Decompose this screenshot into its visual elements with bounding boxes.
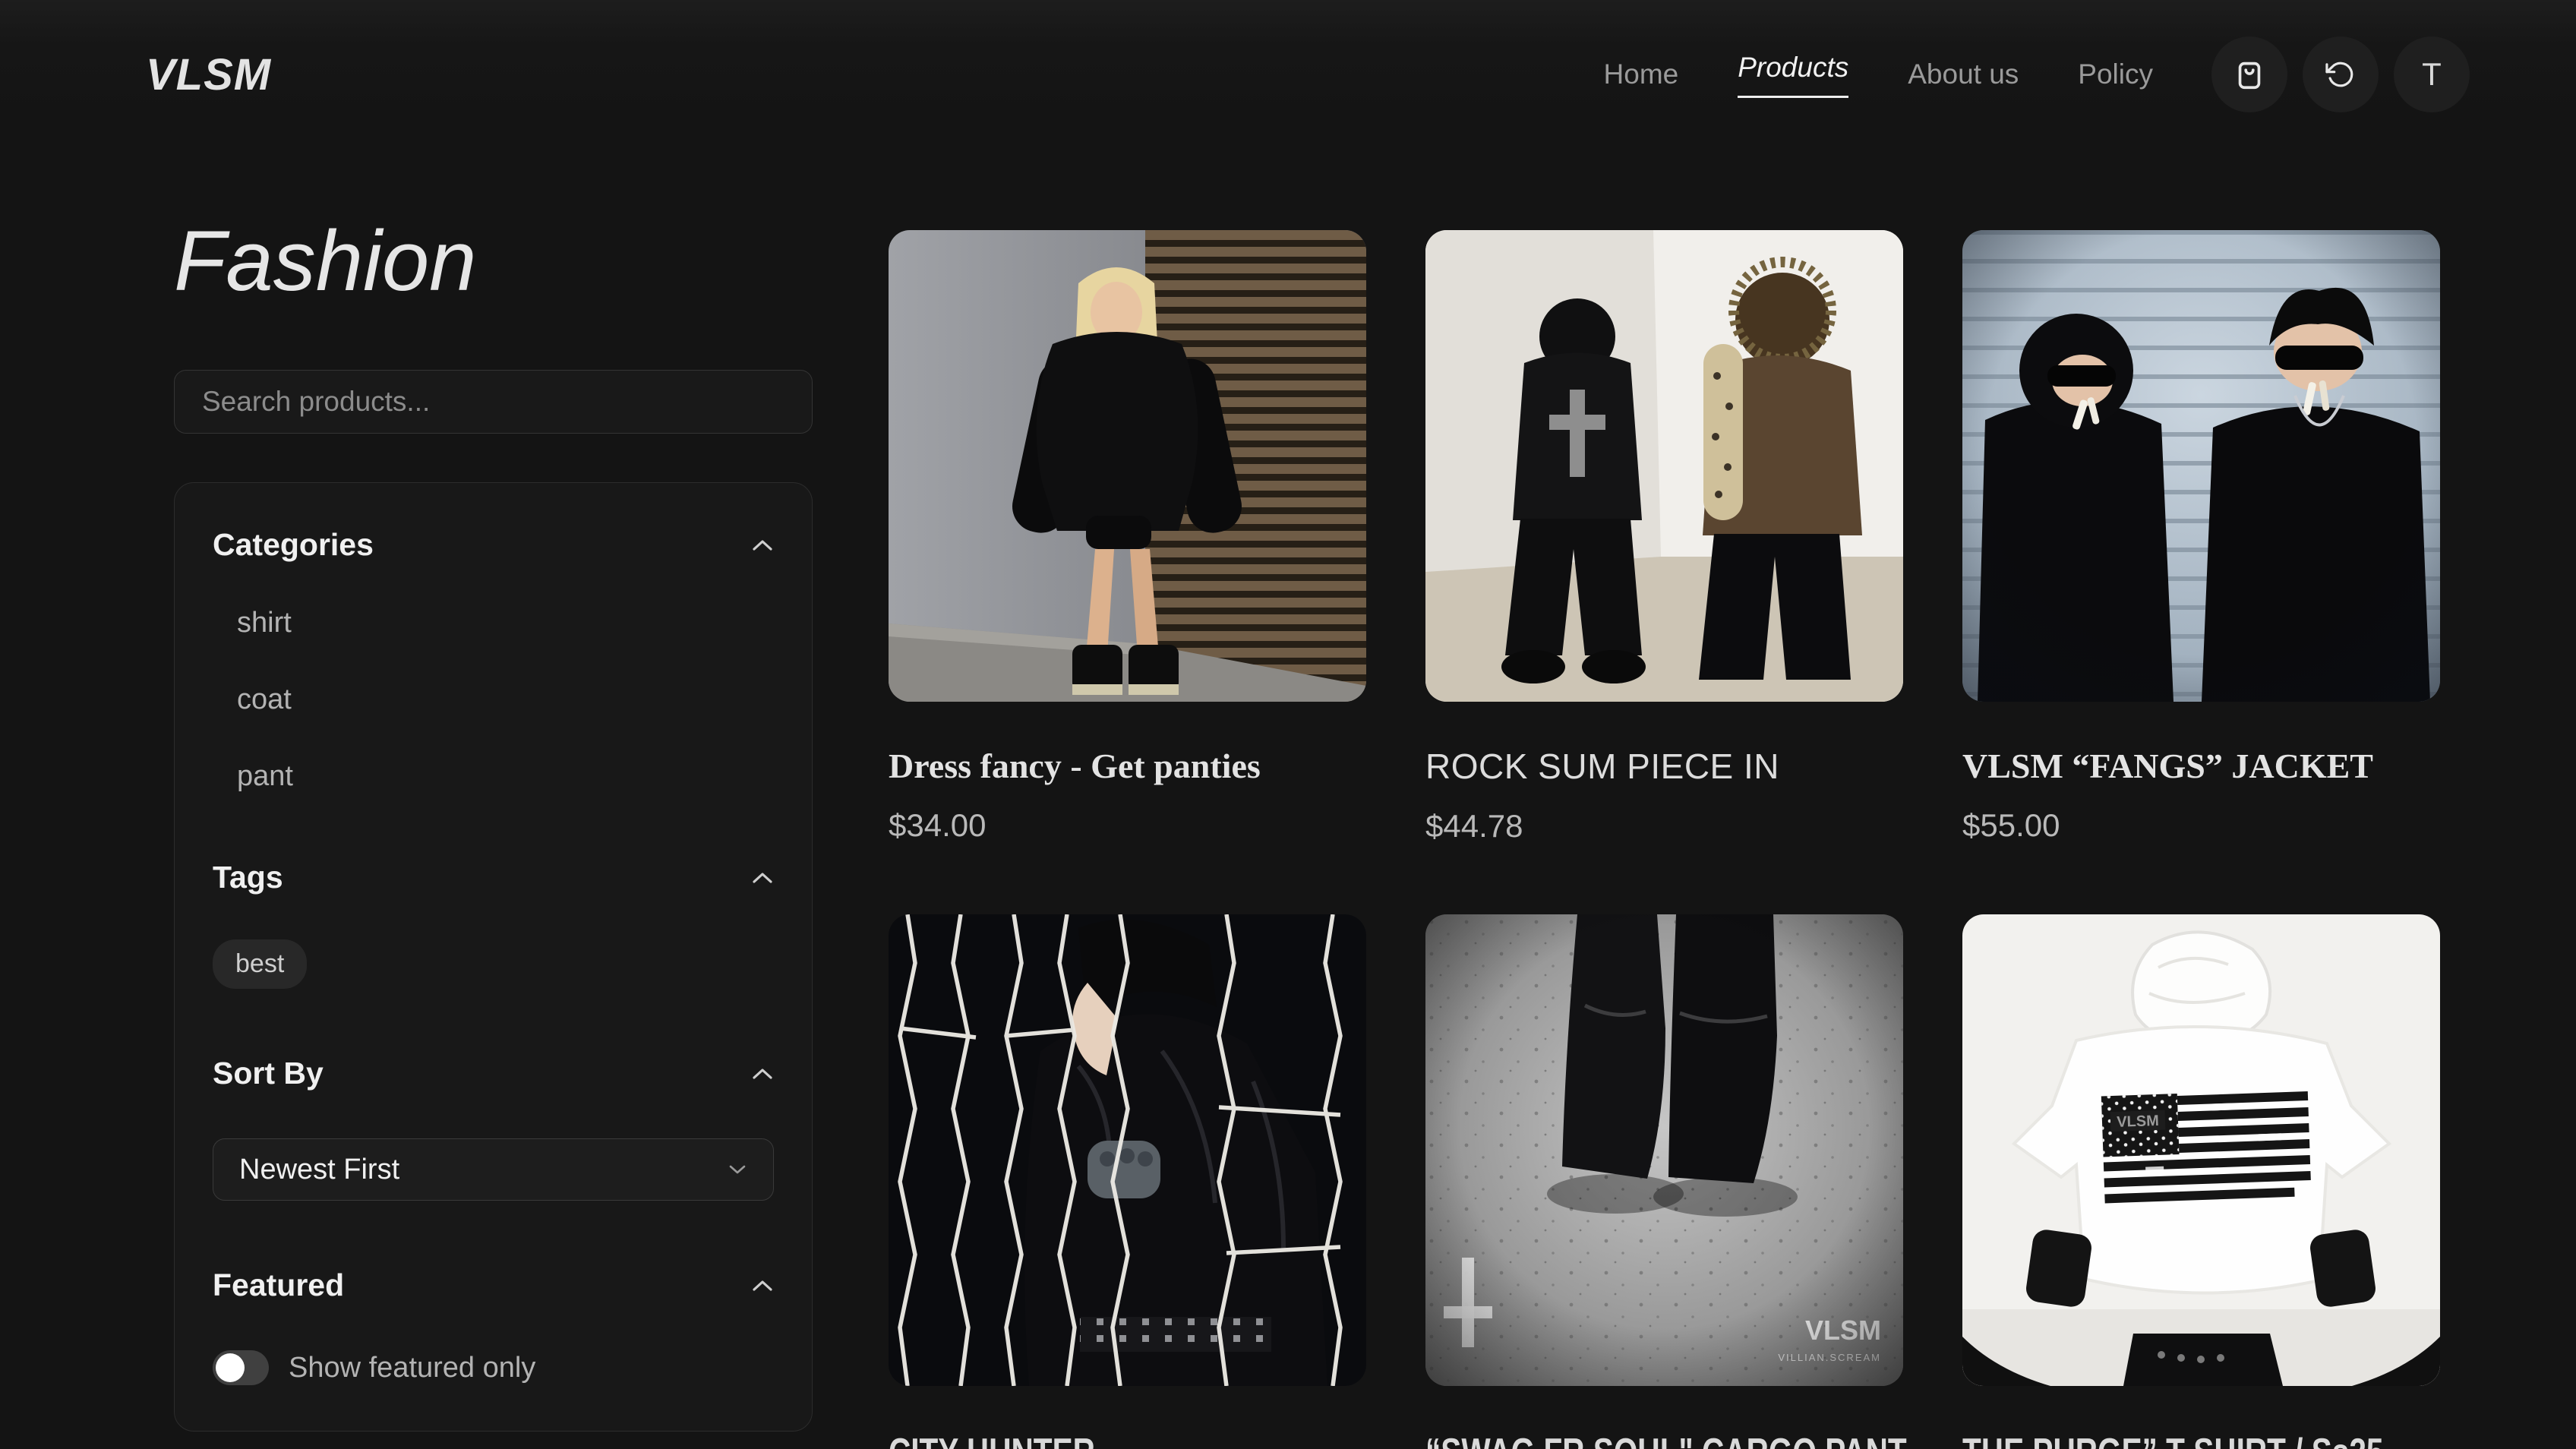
- tags-title: Tags: [213, 860, 283, 895]
- product-card[interactable]: CITY HUNTER: [889, 914, 1366, 1449]
- product-photo-cargo-pants: VLSM VILLIAN.SCREAM: [1425, 914, 1903, 1386]
- categories-title: Categories: [213, 527, 374, 563]
- featured-toggle-label: Show featured only: [289, 1352, 535, 1384]
- product-photo-fence-figure: [889, 914, 1366, 1386]
- tee-print-text: VLSM: [2117, 1113, 2159, 1131]
- nav-actions: T: [2211, 36, 2470, 112]
- top-nav: VLSM Home Products About us Policy T: [0, 0, 2576, 149]
- category-item-coat[interactable]: coat: [213, 683, 774, 716]
- product-image[interactable]: [889, 914, 1366, 1386]
- nav-about-us[interactable]: About us: [1908, 58, 2019, 90]
- product-image[interactable]: [1962, 230, 2440, 702]
- filter-panel: Categories shirt coat pant Tags best: [174, 482, 813, 1432]
- product-photo-hooded-figures: [1425, 230, 1903, 702]
- featured-title: Featured: [213, 1267, 344, 1303]
- page-title: Fashion: [174, 214, 813, 308]
- sort-title: Sort By: [213, 1056, 324, 1091]
- cart-button[interactable]: [2211, 36, 2287, 112]
- toggle-knob: [216, 1353, 245, 1382]
- product-card[interactable]: VLSM VILLIAN.SCREAM “SWAG FR SOUL" CARGO…: [1425, 914, 1903, 1449]
- sort-section-header[interactable]: Sort By: [213, 1056, 774, 1091]
- tag-best[interactable]: best: [213, 939, 307, 989]
- product-image[interactable]: VLSM VILLIAN.SCREAM: [1425, 914, 1903, 1386]
- product-card[interactable]: ROCK SUM PIECE IN $44.78: [1425, 230, 1903, 844]
- product-price: $44.78: [1425, 808, 1903, 844]
- nav-home[interactable]: Home: [1604, 58, 1679, 90]
- brand-logo[interactable]: VLSM: [146, 49, 271, 100]
- product-title[interactable]: Dress fancy - Get panties: [889, 746, 1366, 786]
- chevron-up-icon: [751, 1279, 774, 1293]
- tags-section-header[interactable]: Tags: [213, 860, 774, 895]
- featured-section-header[interactable]: Featured: [213, 1267, 774, 1303]
- categories-section-header[interactable]: Categories: [213, 527, 774, 563]
- category-list: shirt coat pant: [213, 607, 774, 793]
- product-card[interactable]: Dress fancy - Get panties $34.00: [889, 230, 1366, 844]
- category-item-shirt[interactable]: shirt: [213, 607, 774, 639]
- product-title[interactable]: VLSM “FANGS” JACKET: [1962, 746, 2440, 786]
- nav-policy[interactable]: Policy: [2078, 58, 2153, 90]
- sort-selected-value: Newest First: [239, 1154, 399, 1186]
- main-nav: Home Products About us Policy: [1604, 52, 2153, 98]
- product-title[interactable]: “SWAG FR SOUL" CARGO PANT: [1425, 1430, 1798, 1449]
- avatar: T: [2422, 56, 2442, 93]
- chevron-up-icon: [751, 871, 774, 885]
- product-image[interactable]: [889, 230, 1366, 702]
- product-photo-blonde-model: [889, 230, 1366, 702]
- product-title[interactable]: THE PURGE” T-SHIRT / Ss25: [1962, 1430, 2335, 1449]
- product-grid: Dress fancy - Get panties $34.00: [889, 149, 2440, 1449]
- product-photo-leather-duo: [1962, 230, 2440, 702]
- account-button[interactable]: T: [2394, 36, 2470, 112]
- product-title[interactable]: CITY HUNTER: [889, 1430, 1261, 1449]
- featured-toggle-row: Show featured only: [213, 1350, 774, 1385]
- nav-products[interactable]: Products: [1738, 52, 1848, 98]
- product-card[interactable]: VLSM “FANGS” JACKET $55.00: [1962, 230, 2440, 844]
- chevron-up-icon: [751, 1067, 774, 1081]
- product-price: $34.00: [889, 807, 1366, 844]
- product-price: $55.00: [1962, 807, 2440, 844]
- shopping-bag-icon: [2232, 57, 2267, 92]
- category-item-pant[interactable]: pant: [213, 760, 774, 793]
- product-title[interactable]: ROCK SUM PIECE IN: [1425, 746, 1903, 787]
- sort-select[interactable]: Newest First: [213, 1138, 774, 1201]
- content: Fashion Categories shirt coat pant Tags: [0, 149, 2576, 1449]
- featured-toggle[interactable]: [213, 1350, 269, 1385]
- undo-icon: [2323, 57, 2358, 92]
- product-image[interactable]: [1425, 230, 1903, 702]
- undo-button[interactable]: [2303, 36, 2379, 112]
- product-photo-flag-tshirt: VLSM: [1962, 914, 2440, 1386]
- page: VLSM Home Products About us Policy T: [0, 0, 2576, 1449]
- chevron-down-icon: [728, 1163, 747, 1176]
- chevron-up-icon: [751, 538, 774, 552]
- product-image[interactable]: VLSM: [1962, 914, 2440, 1386]
- search-input[interactable]: [174, 370, 813, 434]
- sidebar: Fashion Categories shirt coat pant Tags: [174, 149, 813, 1432]
- product-card[interactable]: VLSM THE PURGE” T-SHIRT / Ss25: [1962, 914, 2440, 1449]
